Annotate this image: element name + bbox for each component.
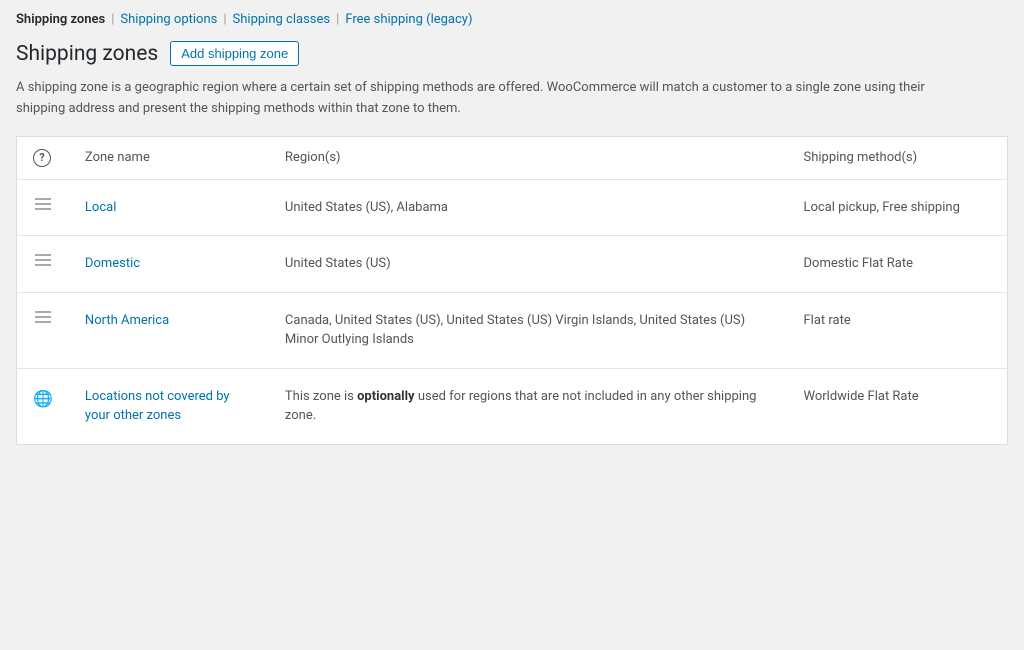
separator-1: |	[111, 12, 114, 27]
globe-icon-cell: 🌐	[17, 368, 69, 444]
locations-not-covered-link[interactable]: Locations not covered by your other zone…	[85, 389, 230, 424]
zone-name-link[interactable]: Domestic	[85, 256, 140, 271]
region-cell: United States (US), Alabama	[269, 179, 788, 236]
shipping-method-cell: Flat rate	[788, 292, 1008, 368]
drag-handle-icon[interactable]	[33, 254, 53, 266]
nav-tabs: Shipping zones | Shipping options | Ship…	[16, 12, 1008, 27]
table-row: Local United States (US), Alabama Local …	[17, 179, 1008, 236]
tab-free-shipping[interactable]: Free shipping (legacy)	[345, 12, 472, 27]
th-regions: Region(s)	[269, 136, 788, 179]
table-row: North America Canada, United States (US)…	[17, 292, 1008, 368]
zone-name-cell: North America	[69, 292, 269, 368]
page-title: Shipping zones	[16, 42, 158, 66]
page-wrapper: Shipping zones | Shipping options | Ship…	[0, 0, 1024, 650]
shipping-zones-table: ? Zone name Region(s) Shipping method(s)	[16, 136, 1008, 445]
th-zone-name: Zone name	[69, 136, 269, 179]
table-header-row: ? Zone name Region(s) Shipping method(s)	[17, 136, 1008, 179]
globe-icon: 🌐	[33, 389, 53, 408]
table-row-special: 🌐 Locations not covered by your other zo…	[17, 368, 1008, 444]
zone-name-cell: Domestic	[69, 236, 269, 293]
drag-handle-cell[interactable]	[17, 179, 69, 236]
region-cell: United States (US)	[269, 236, 788, 293]
drag-handle-icon[interactable]	[33, 311, 53, 323]
add-shipping-zone-button[interactable]: Add shipping zone	[170, 41, 299, 66]
region-pre-text: This zone is	[285, 389, 357, 404]
th-question: ?	[17, 136, 69, 179]
zone-name-link[interactable]: North America	[85, 313, 169, 328]
page-description: A shipping zone is a geographic region w…	[16, 78, 976, 120]
drag-handle-cell[interactable]	[17, 236, 69, 293]
page-header: Shipping zones Add shipping zone	[16, 41, 1008, 66]
question-icon: ?	[33, 149, 51, 167]
drag-handle-cell[interactable]	[17, 292, 69, 368]
shipping-method-cell: Domestic Flat Rate	[788, 236, 1008, 293]
table-row: Domestic United States (US) Domestic Fla…	[17, 236, 1008, 293]
separator-3: |	[336, 12, 339, 27]
tab-shipping-classes[interactable]: Shipping classes	[233, 12, 331, 27]
special-method-cell: Worldwide Flat Rate	[788, 368, 1008, 444]
tab-shipping-options[interactable]: Shipping options	[120, 12, 217, 27]
th-shipping-methods: Shipping method(s)	[788, 136, 1008, 179]
shipping-method-cell: Local pickup, Free shipping	[788, 179, 1008, 236]
region-cell: Canada, United States (US), United State…	[269, 292, 788, 368]
zone-name-cell-special: Locations not covered by your other zone…	[69, 368, 269, 444]
tab-shipping-zones[interactable]: Shipping zones	[16, 12, 105, 27]
separator-2: |	[223, 12, 226, 27]
zone-name-cell: Local	[69, 179, 269, 236]
drag-handle-icon[interactable]	[33, 198, 53, 210]
zone-name-link[interactable]: Local	[85, 200, 116, 215]
region-bold-text: optionally	[357, 389, 415, 404]
zone-name-line1: Locations not covered by	[85, 389, 230, 404]
zone-name-line2: your other zones	[85, 408, 181, 423]
special-region-cell: This zone is optionally used for regions…	[269, 368, 788, 444]
